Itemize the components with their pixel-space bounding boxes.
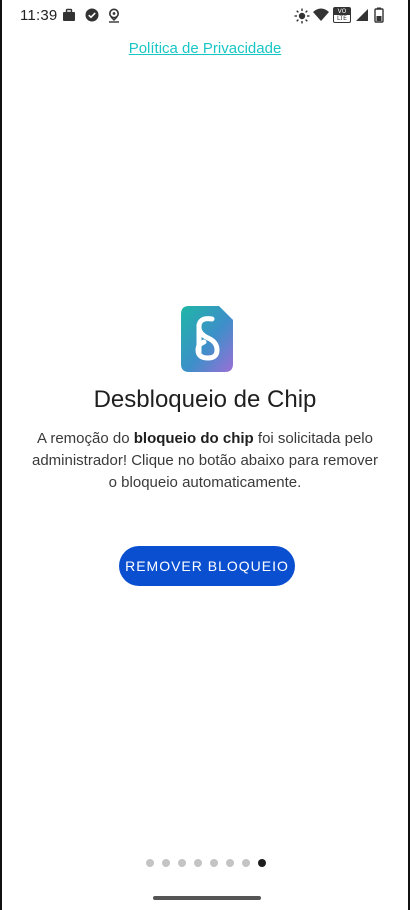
page-dot[interactable]: [226, 859, 234, 867]
description-text: A remoção do bloqueio do chip foi solici…: [30, 428, 380, 494]
wifi-icon: [313, 8, 329, 21]
privacy-policy-link[interactable]: Política de Privacidade: [0, 40, 410, 57]
page-dot[interactable]: [162, 859, 170, 867]
volte-icon: VO LTE: [333, 7, 351, 23]
app-logo-icon: [181, 306, 233, 372]
page-dot[interactable]: [210, 859, 218, 867]
description-bold: bloqueio do chip: [133, 430, 254, 447]
remove-lock-button[interactable]: REMOVER BLOQUEIO: [119, 546, 295, 586]
page-dot[interactable]: [258, 859, 266, 867]
location-icon: [109, 8, 119, 23]
page-dot[interactable]: [242, 859, 250, 867]
page-dot[interactable]: [194, 859, 202, 867]
page-dot[interactable]: [146, 859, 154, 867]
battery-icon: [374, 7, 384, 23]
brightness-icon: [294, 8, 310, 24]
status-time: 11:39: [20, 7, 58, 24]
home-gesture-bar[interactable]: [153, 896, 261, 900]
check-circle-icon: [85, 8, 99, 22]
signal-icon: [356, 9, 368, 21]
description-start: A remoção do: [37, 430, 134, 447]
page-title: Desbloqueio de Chip: [93, 386, 317, 413]
briefcase-icon: [63, 8, 75, 21]
status-bar: 11:39 VO LTE: [0, 0, 410, 32]
page-dot[interactable]: [178, 859, 186, 867]
